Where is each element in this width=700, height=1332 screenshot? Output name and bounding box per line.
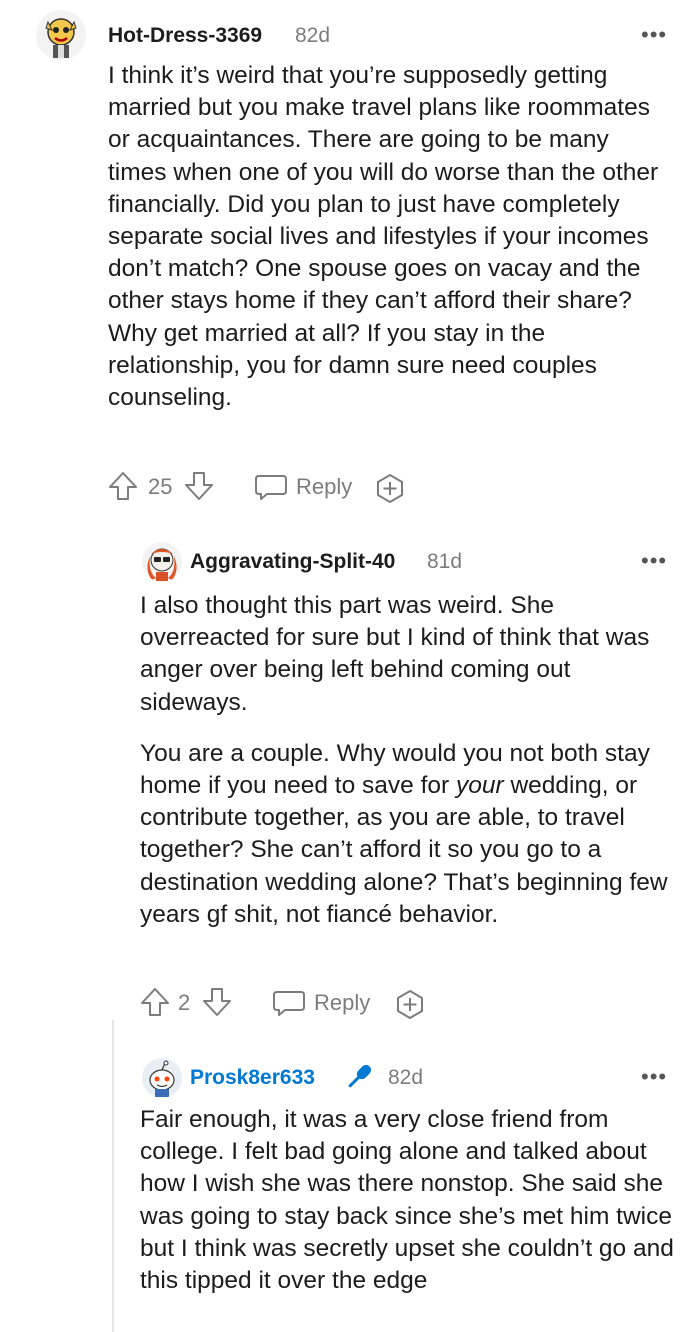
comment-2: Aggravating-Split-40 81d ••• I also thou… [0, 520, 700, 1040]
comment-actions: 25 Reply [108, 470, 508, 506]
award-plus-icon [397, 990, 423, 1019]
reply-button[interactable]: Reply [254, 472, 352, 502]
user-avatar[interactable] [36, 10, 86, 60]
comment-body: Fair enough, it was a very close friend … [140, 1104, 680, 1297]
more-options-icon[interactable]: ••• [641, 24, 667, 46]
award-plus-icon [377, 474, 403, 503]
comment-author[interactable]: Aggravating-Split-40 [190, 550, 395, 574]
microphone-icon [348, 1064, 372, 1088]
user-avatar[interactable] [142, 542, 182, 582]
emphasized-text: your [455, 772, 504, 800]
comment-actions: 2 Reply [140, 986, 540, 1022]
comment-paragraph: I also thought this part was weird. She … [140, 592, 650, 716]
user-avatar[interactable] [142, 1058, 182, 1098]
reply-label: Reply [314, 990, 371, 1015]
comment-1: Hot-Dress-3369 82d ••• I think it’s weir… [0, 0, 700, 520]
reply-label: Reply [296, 474, 353, 499]
comment-age: 81d [427, 550, 463, 573]
comment-age: 82d [295, 24, 331, 47]
upvote-button[interactable] [108, 470, 138, 502]
upvote-icon [109, 472, 137, 500]
upvote-icon [141, 988, 169, 1016]
reply-icon [273, 991, 305, 1016]
comment-paragraph: I think it’s weird that you’re supposedl… [108, 62, 659, 412]
downvote-icon [185, 472, 213, 500]
downvote-button[interactable] [184, 470, 214, 502]
comment-age: 82d [388, 1066, 424, 1089]
comment-paragraph: Fair enough, it was a very close friend … [140, 1106, 674, 1295]
more-options-icon[interactable]: ••• [641, 1066, 667, 1088]
award-button[interactable] [394, 988, 426, 1020]
reply-button[interactable]: Reply [272, 988, 370, 1018]
more-options-icon[interactable]: ••• [641, 550, 667, 572]
upvote-button[interactable] [140, 986, 170, 1018]
vote-count: 2 [178, 990, 191, 1015]
vote-count: 25 [148, 474, 173, 499]
comment-author-op[interactable]: Prosk8er633 [190, 1066, 315, 1090]
reply-icon [255, 475, 287, 500]
comment-body: I also thought this part was weird. She … [140, 590, 670, 931]
downvote-icon [203, 988, 231, 1016]
award-button[interactable] [374, 472, 406, 504]
downvote-button[interactable] [202, 986, 232, 1018]
comment-3: Prosk8er633 82d ••• Fair enough, it was … [0, 1040, 700, 1332]
comment-author[interactable]: Hot-Dress-3369 [108, 24, 262, 48]
comment-paragraph: You are a couple. Why would you not both… [140, 738, 670, 931]
comment-body: I think it’s weird that you’re supposedl… [108, 60, 668, 414]
